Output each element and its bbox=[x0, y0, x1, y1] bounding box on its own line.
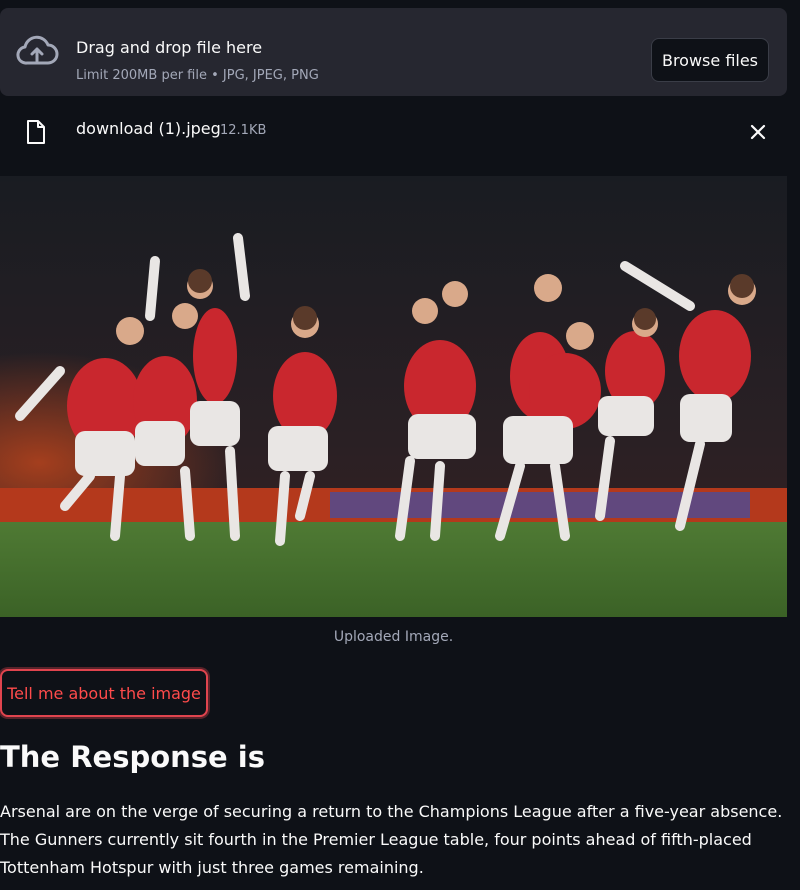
cloud-upload-icon bbox=[15, 35, 59, 69]
dropzone-limit-text: Limit 200MB per file • JPG, JPEG, PNG bbox=[76, 68, 319, 83]
file-name: download (1).jpeg bbox=[76, 119, 221, 138]
response-heading: The Response is bbox=[0, 740, 266, 774]
uploaded-image bbox=[0, 176, 787, 617]
image-caption: Uploaded Image. bbox=[333, 629, 454, 645]
file-size: 12.1KB bbox=[220, 123, 267, 138]
tell-me-about-image-button[interactable]: Tell me about the image bbox=[0, 669, 208, 717]
response-text: Arsenal are on the verge of securing a r… bbox=[0, 802, 783, 877]
close-icon[interactable] bbox=[744, 118, 772, 146]
uploaded-file-row: download (1).jpeg 12.1KB bbox=[0, 108, 787, 156]
file-icon bbox=[25, 119, 47, 145]
browse-files-button[interactable]: Browse files bbox=[651, 38, 769, 82]
file-dropzone[interactable]: Drag and drop file here Limit 200MB per … bbox=[0, 8, 787, 96]
app-page: Drag and drop file here Limit 200MB per … bbox=[0, 0, 800, 890]
dropzone-title: Drag and drop file here bbox=[76, 38, 263, 57]
